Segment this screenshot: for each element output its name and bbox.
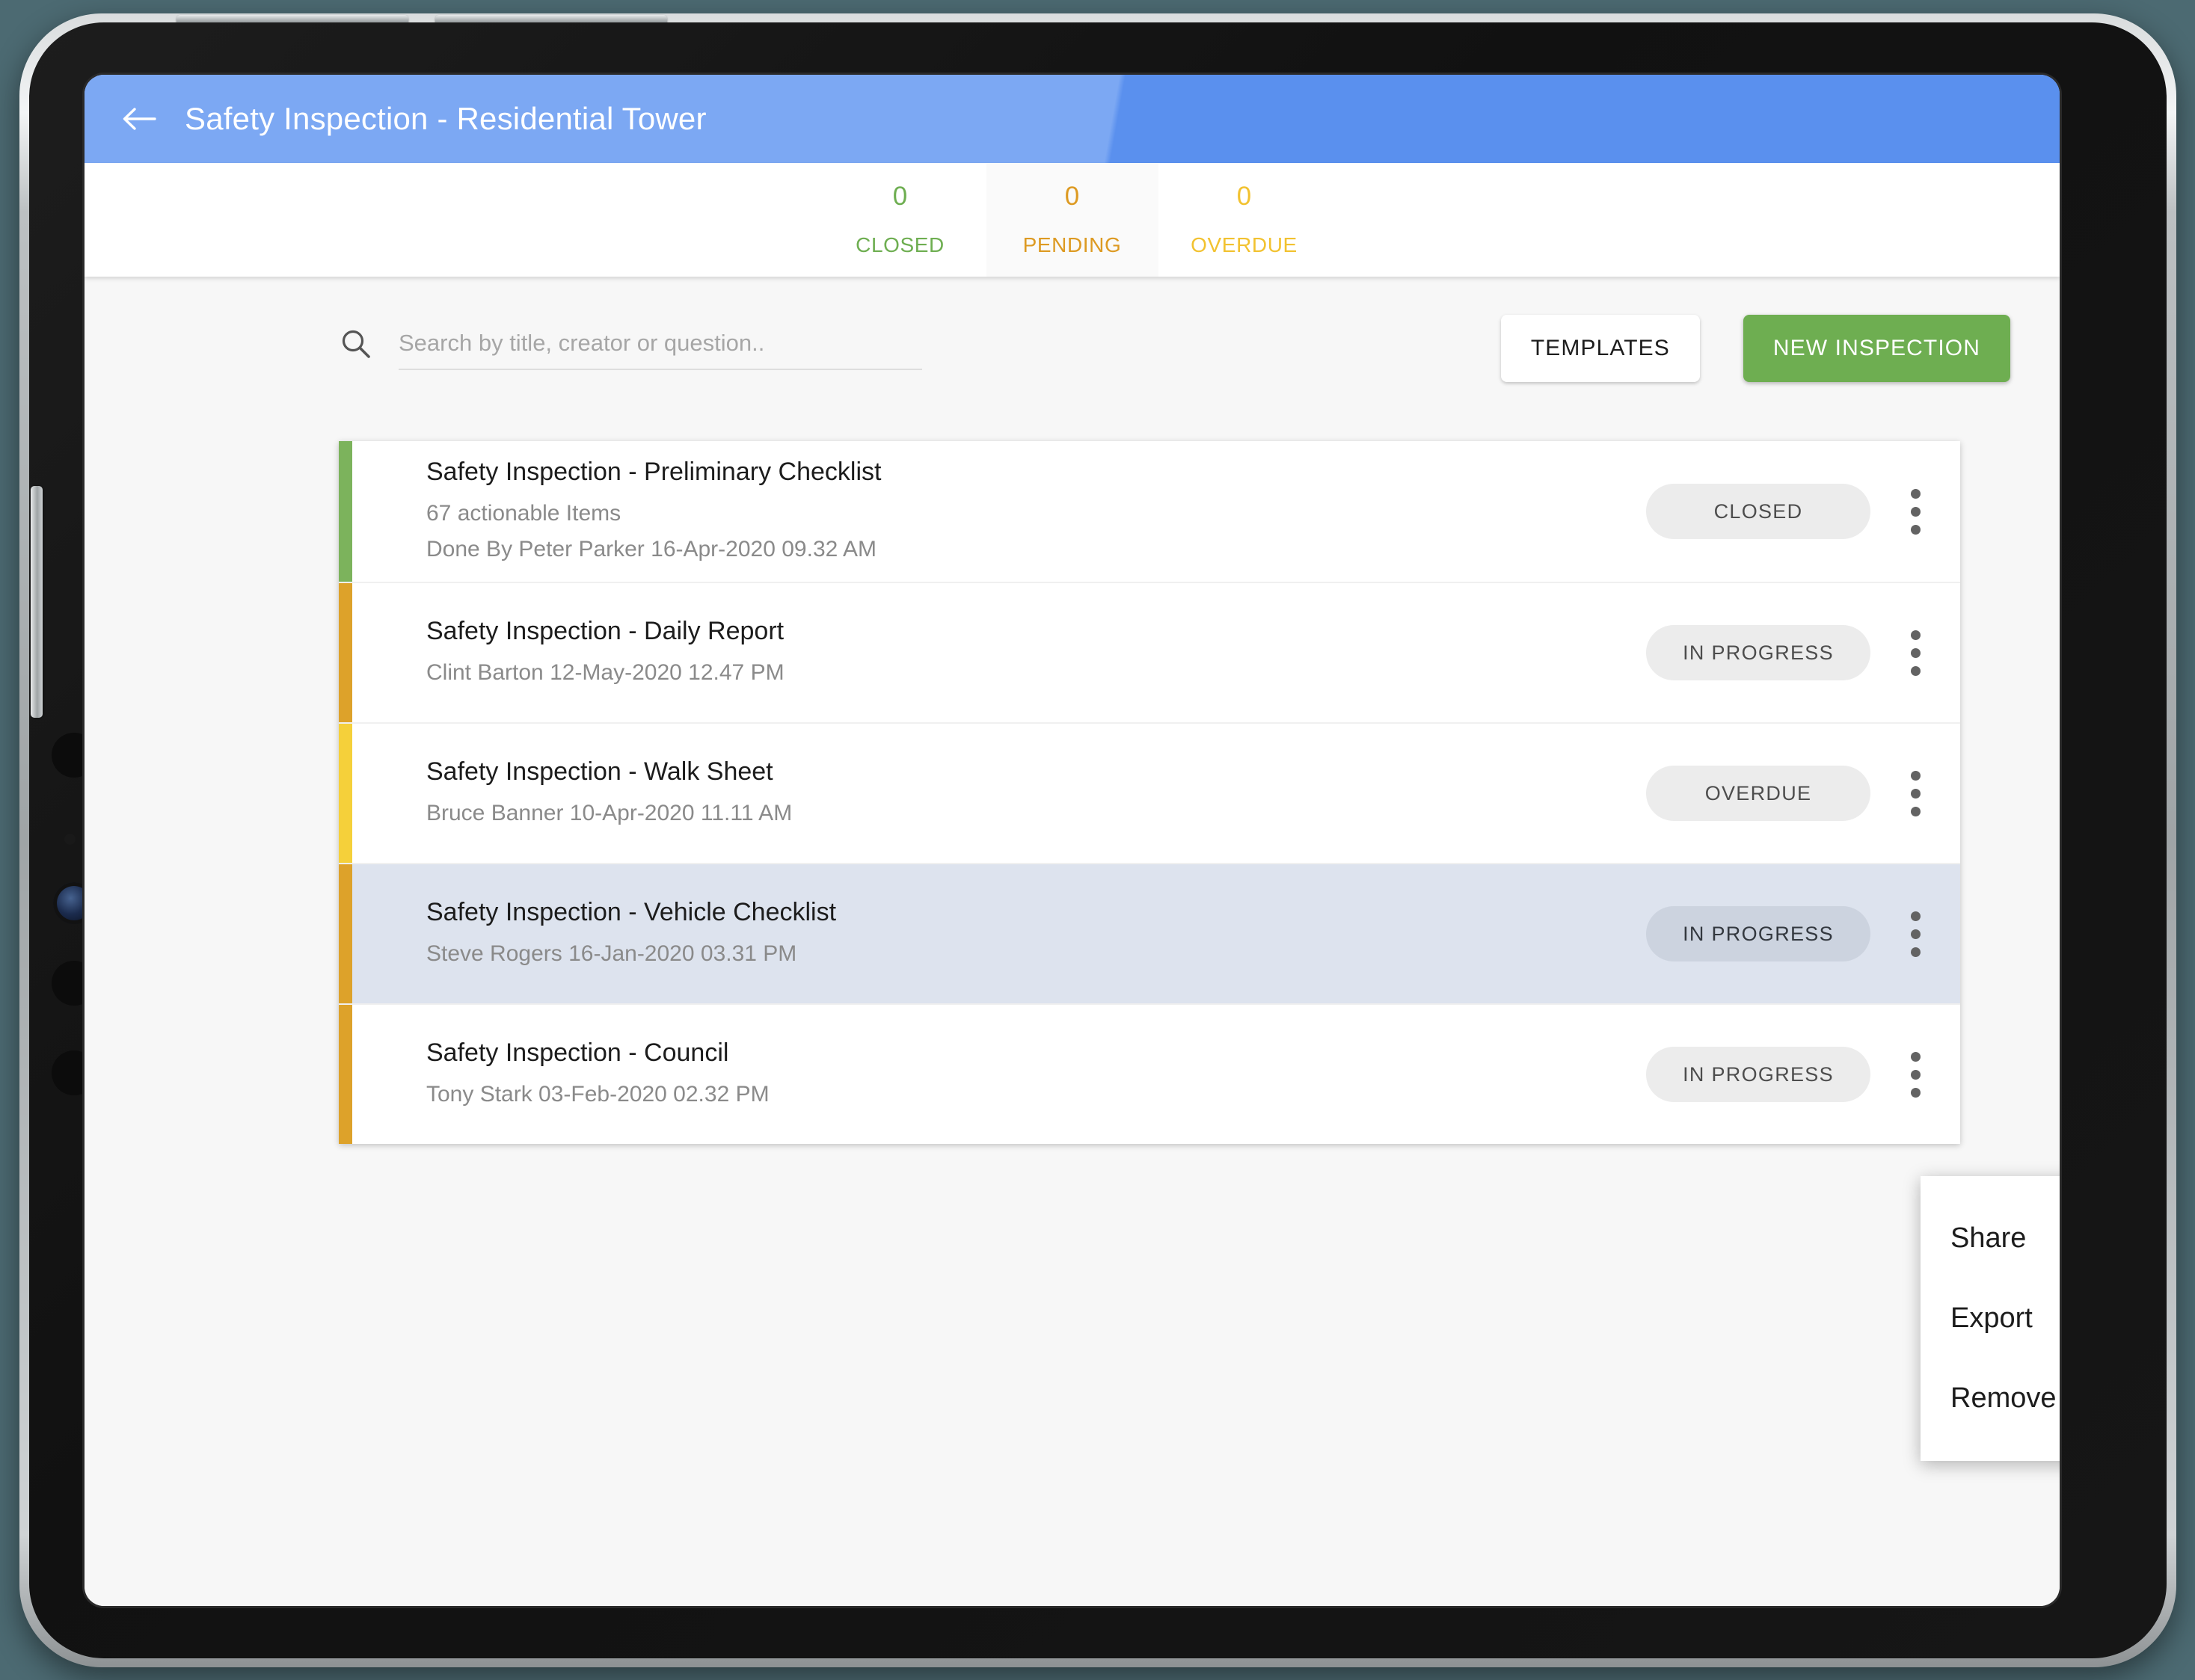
inspection-meta: Bruce Banner 10-Apr-2020 11.11 AM — [426, 800, 793, 825]
inspection-title: Safety Inspection - Council — [426, 1038, 729, 1067]
inspection-title: Safety Inspection - Vehicle Checklist — [426, 897, 837, 926]
search-box — [339, 327, 922, 370]
table-row[interactable]: Safety Inspection - Vehicle Checklist St… — [339, 863, 1960, 1005]
inspection-meta: Steve Rogers 16-Jan-2020 03.31 PM — [426, 941, 797, 966]
inspection-meta: Clint Barton 12-May-2020 12.47 PM — [426, 659, 785, 685]
inspection-title: Safety Inspection - Daily Report — [426, 616, 785, 645]
app-header-bar: Safety Inspection - Residential Tower — [85, 75, 2060, 163]
row-context-menu: Share Export Remove — [1921, 1176, 2060, 1461]
row-text-block: Safety Inspection - Preliminary Checklis… — [363, 458, 1646, 565]
inspection-meta: Done By Peter Parker 16-Apr-2020 09.32 A… — [426, 536, 877, 561]
row-menu-icon[interactable] — [1870, 911, 1960, 957]
stat-closed-value: 0 — [892, 181, 908, 211]
status-badge[interactable]: IN PROGRESS — [1646, 625, 1870, 680]
stat-overdue-value: 0 — [1236, 181, 1252, 211]
power-button[interactable] — [31, 486, 43, 718]
row-status-color-bar — [339, 583, 352, 722]
stat-pending[interactable]: 0 PENDING — [986, 163, 1158, 277]
stat-closed-label: CLOSED — [856, 233, 945, 256]
status-summary-bar: 0 CLOSED 0 PENDING 0 OVERDUE — [85, 163, 2060, 277]
row-menu-icon[interactable] — [1870, 1051, 1960, 1098]
row-text-block: Safety Inspection - Walk Sheet Bruce Ban… — [363, 757, 1646, 830]
row-status-color-bar — [339, 1005, 352, 1144]
row-text-block: Safety Inspection - Vehicle Checklist St… — [363, 898, 1646, 970]
list-toolbar: TEMPLATES NEW INSPECTION — [85, 277, 2060, 386]
stat-overdue-label: OVERDUE — [1191, 233, 1298, 256]
page-title: Safety Inspection - Residential Tower — [185, 101, 707, 136]
inspection-meta: Tony Stark 03-Feb-2020 02.32 PM — [426, 1081, 770, 1107]
search-input[interactable] — [399, 330, 922, 370]
table-row[interactable]: Safety Inspection - Council Tony Stark 0… — [339, 1003, 1960, 1144]
stat-overdue[interactable]: 0 OVERDUE — [1158, 163, 1330, 277]
row-menu-icon[interactable] — [1870, 770, 1960, 816]
table-row[interactable]: Safety Inspection - Walk Sheet Bruce Ban… — [339, 722, 1960, 863]
table-row[interactable]: Safety Inspection - Daily Report Clint B… — [339, 582, 1960, 722]
status-badge[interactable]: CLOSED — [1646, 484, 1870, 539]
back-arrow-icon[interactable] — [119, 99, 158, 138]
status-badge[interactable]: IN PROGRESS — [1646, 1047, 1870, 1102]
row-menu-icon[interactable] — [1870, 488, 1960, 535]
row-text-block: Safety Inspection - Daily Report Clint B… — [363, 617, 1646, 689]
templates-button[interactable]: TEMPLATES — [1500, 315, 1700, 382]
inspection-list-card: Safety Inspection - Preliminary Checklis… — [339, 441, 1960, 1144]
main-content: TEMPLATES NEW INSPECTION Safety Inspecti… — [85, 277, 2060, 1606]
tablet-device-frame: Safety Inspection - Residential Tower 0 … — [19, 13, 2176, 1667]
stat-closed[interactable]: 0 CLOSED — [814, 163, 986, 277]
menu-item-share[interactable]: Share — [1921, 1199, 2060, 1279]
row-status-color-bar — [339, 724, 352, 863]
new-inspection-button[interactable]: NEW INSPECTION — [1743, 315, 2010, 382]
row-menu-icon[interactable] — [1870, 630, 1960, 676]
status-badge[interactable]: IN PROGRESS — [1646, 906, 1870, 961]
menu-item-export[interactable]: Export — [1921, 1279, 2060, 1359]
menu-item-remove[interactable]: Remove — [1921, 1359, 2060, 1439]
tablet-screen: Safety Inspection - Residential Tower 0 … — [85, 75, 2060, 1606]
search-icon[interactable] — [339, 327, 373, 361]
row-status-color-bar — [339, 441, 352, 582]
row-status-color-bar — [339, 864, 352, 1005]
status-badge[interactable]: OVERDUE — [1646, 766, 1870, 821]
tablet-bezel: Safety Inspection - Residential Tower 0 … — [29, 22, 2167, 1658]
inspection-title: Safety Inspection - Preliminary Checklis… — [426, 458, 882, 486]
microphone-icon — [64, 834, 76, 845]
row-text-block: Safety Inspection - Council Tony Stark 0… — [363, 1039, 1646, 1111]
screenshot-canvas: Safety Inspection - Residential Tower 0 … — [0, 0, 2195, 1680]
inspection-title: Safety Inspection - Walk Sheet — [426, 757, 773, 786]
stat-pending-label: PENDING — [1022, 233, 1122, 256]
inspection-items-count: 67 actionable Items — [426, 501, 621, 526]
table-row[interactable]: Safety Inspection - Preliminary Checklis… — [339, 441, 1960, 582]
stat-pending-value: 0 — [1064, 181, 1080, 211]
